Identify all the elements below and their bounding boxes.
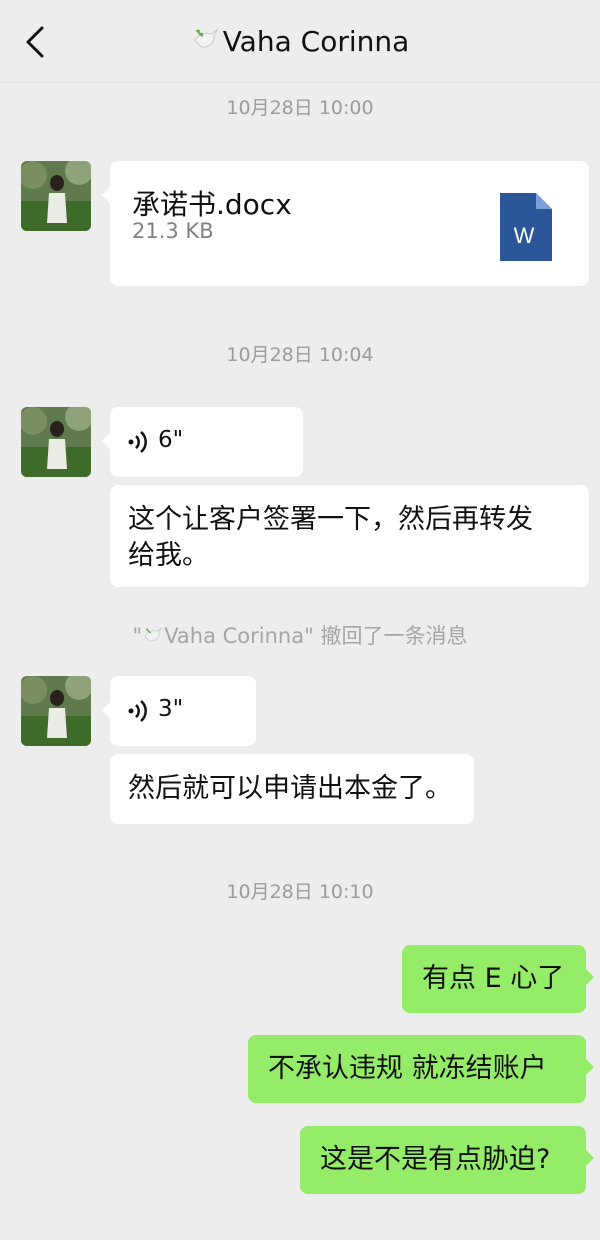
text-message[interactable]: 这个让客户签署一下，然后再转发 给我。	[110, 485, 589, 587]
sent-message[interactable]: 不承认违规 就冻结账户	[248, 1035, 594, 1103]
timestamp: 10月28日 10:10	[226, 881, 374, 903]
chat-header: Vaha Corinna	[0, 0, 600, 83]
voice-wave-icon	[128, 700, 147, 722]
avatar-photo	[21, 676, 91, 746]
file-size: 21.3 KB	[132, 219, 214, 243]
dove-icon	[144, 627, 163, 642]
message-text: 不承认违规 就冻结账户	[268, 1053, 547, 1084]
message-text-line: 这个让客户签署一下，然后再转发	[128, 504, 533, 535]
file-message[interactable]: 承诺书.docx 21.3 KB W	[102, 161, 589, 286]
voice-duration: 6"	[158, 427, 184, 453]
message-text: 这是不是有点胁迫?	[320, 1144, 551, 1175]
recall-text: 撤回了一条消息	[313, 624, 468, 648]
avatar-photo	[21, 407, 91, 477]
voice-wave-icon	[128, 431, 147, 453]
word-doc-icon: W	[500, 193, 552, 261]
timestamp: 10月28日 10:04	[226, 344, 374, 366]
recall-name: Vaha Corinna	[164, 624, 305, 648]
file-name: 承诺书.docx	[132, 188, 292, 221]
sent-message[interactable]: 这是不是有点胁迫?	[300, 1126, 594, 1194]
text-message[interactable]: 然后就可以申请出本金了。	[110, 754, 474, 824]
voice-message[interactable]: 3"	[102, 676, 256, 746]
contact-avatar[interactable]	[21, 161, 91, 231]
contact-avatar[interactable]	[21, 407, 91, 477]
svg-text:W: W	[514, 223, 535, 248]
message-text: 然后就可以申请出本金了。	[128, 773, 452, 804]
chat-title: Vaha Corinna	[0, 24, 600, 58]
timestamp: 10月28日 10:00	[226, 97, 374, 119]
voice-duration: 3"	[158, 696, 184, 722]
sent-message[interactable]: 有点 E 心了	[402, 945, 594, 1013]
contact-avatar[interactable]	[21, 676, 91, 746]
recall-notice: " Vaha Corinna" 撤回了一条消息	[132, 624, 468, 648]
avatar-photo	[21, 161, 91, 231]
dove-icon	[194, 28, 218, 48]
message-text: 有点 E 心了	[422, 963, 565, 994]
message-text-line: 给我。	[128, 540, 209, 571]
chat-title-text: Vaha Corinna	[222, 25, 410, 58]
voice-message[interactable]: 6"	[102, 407, 303, 477]
